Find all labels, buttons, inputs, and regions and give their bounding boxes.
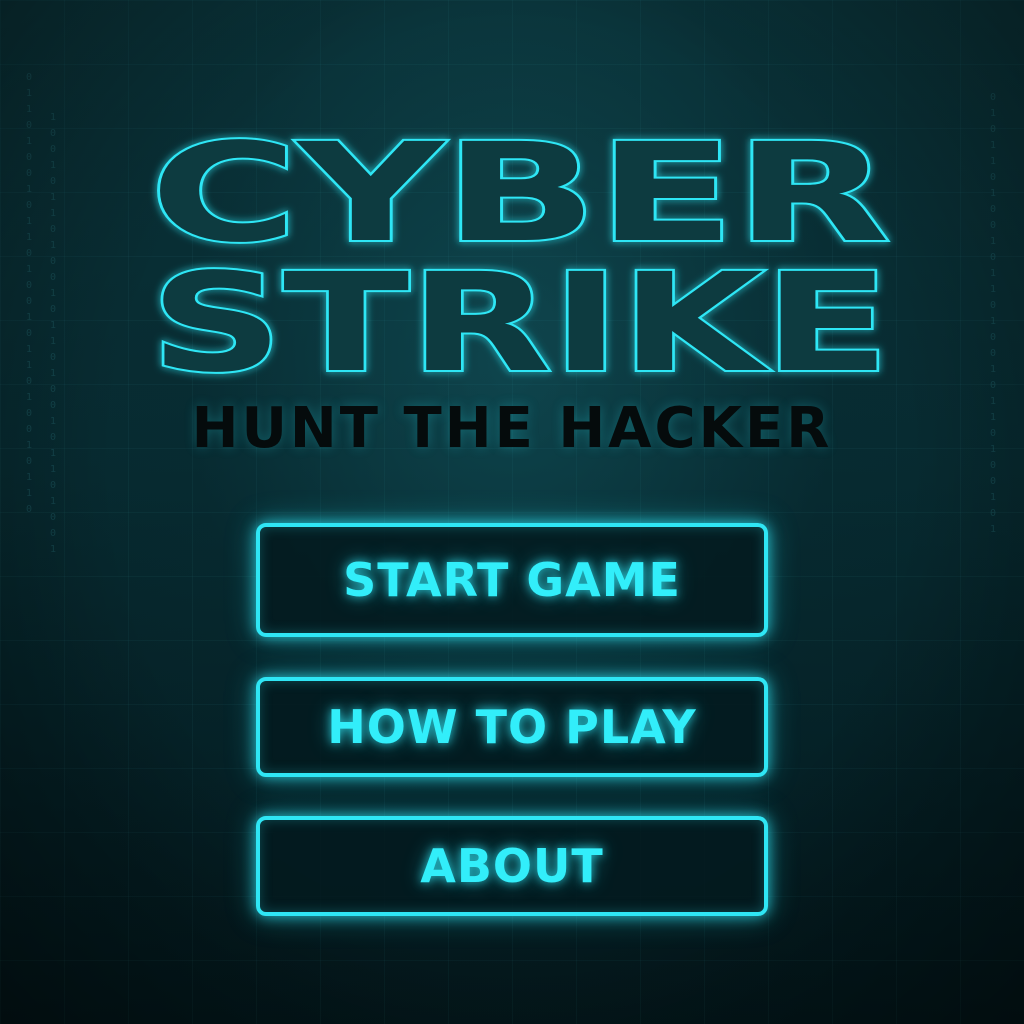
logo-line-strike: STRIKE [150,245,890,388]
about-label: ABOUT [420,839,604,893]
how-to-play-label: HOW TO PLAY [327,700,697,754]
how-to-play-button[interactable]: HOW TO PLAY [256,677,768,777]
start-game-label: START GAME [343,553,681,607]
game-logo: CYBER STRIKE [140,118,900,388]
subtitle: HUNT THE HACKER [191,396,833,461]
game-logo-svg: CYBER STRIKE [148,118,892,388]
about-button[interactable]: ABOUT [256,816,768,916]
start-game-button[interactable]: START GAME [256,523,768,637]
